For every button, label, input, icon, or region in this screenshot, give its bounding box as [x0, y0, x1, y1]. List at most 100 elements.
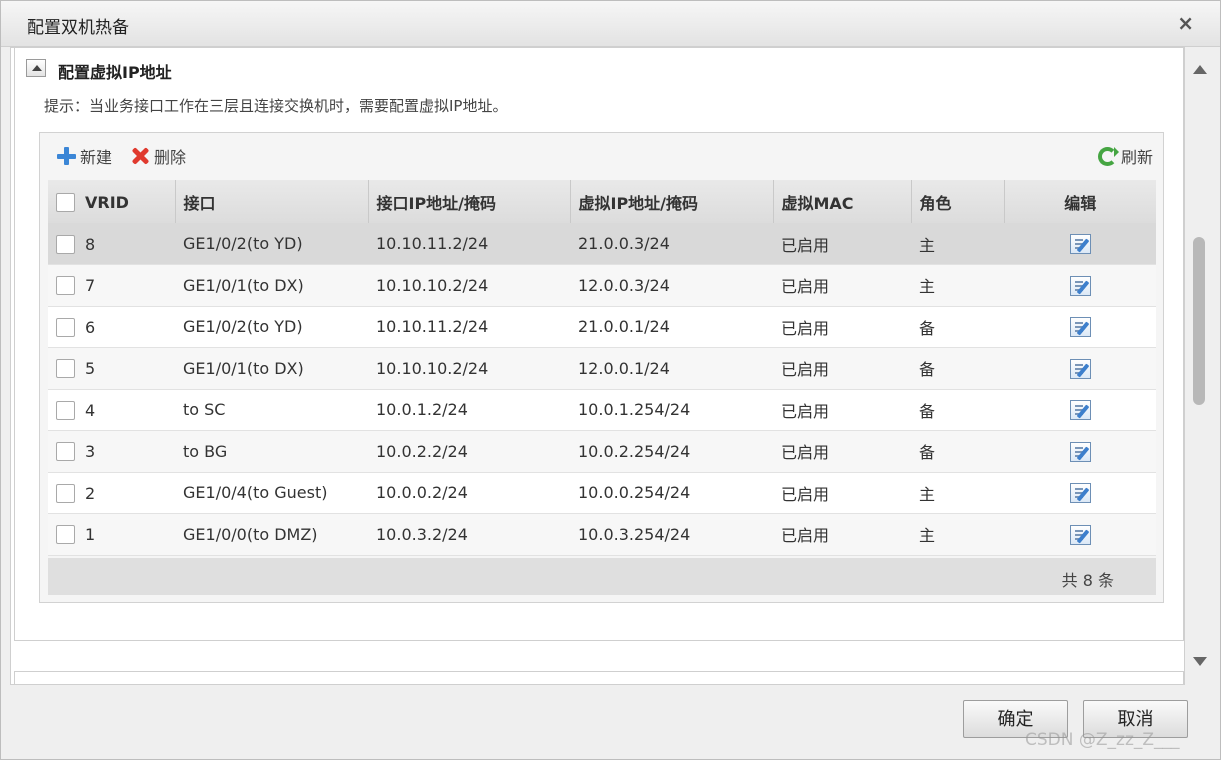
edit-icon[interactable] — [1069, 483, 1091, 503]
delete-button[interactable]: 删除 — [130, 144, 186, 168]
new-label: 新建 — [80, 148, 113, 167]
cell-virtual-ip: 12.0.0.3/24 — [570, 264, 773, 307]
header-vrid-label: VRID — [85, 192, 129, 212]
table-row[interactable]: 4 to SC 10.0.1.2/24 10.0.1.254/24 已启用备 — [48, 389, 1156, 431]
edit-icon[interactable] — [1069, 233, 1091, 254]
cell-vrid: 4 — [48, 389, 175, 431]
edit-icon[interactable] — [1069, 317, 1091, 337]
table-row[interactable]: 7 GE1/0/1(to DX) 10.10.10.2/24 12.0.0.3/24 已… — [48, 264, 1156, 307]
header-edit: 编辑 — [1004, 180, 1156, 223]
cell-virtual-ip: 21.0.0.1/24 — [570, 306, 773, 348]
cell-interface: to BG — [175, 430, 368, 473]
cell-edit — [1004, 513, 1156, 556]
header-vrid: VRID — [48, 180, 176, 223]
table-row[interactable]: 8 GE1/0/2(to YD) 10.10.11.2/24 21.0.0.3/24 已… — [48, 223, 1156, 265]
dialog-title: 配置双机热备 — [27, 18, 129, 38]
close-button[interactable]: × — [1177, 11, 1194, 35]
cell-interface-ip: 10.0.3.2/24 — [368, 513, 570, 556]
row-checkbox[interactable] — [56, 276, 75, 296]
row-checkbox[interactable] — [56, 234, 75, 254]
refresh-label: 刷新 — [1120, 148, 1153, 167]
table-row[interactable]: 1 GE1/0/0(to DMZ) 10.0.3.2/24 10.0.3.254/24… — [48, 513, 1156, 556]
table-row[interactable]: 6 GE1/0/2(to YD) 10.10.11.2/24 21.0.0.1/24 已… — [48, 306, 1156, 348]
row-checkbox[interactable] — [56, 400, 75, 420]
cell-virtual-ip: 12.0.0.1/24 — [570, 347, 773, 390]
edit-icon[interactable] — [1069, 275, 1091, 296]
edit-icon[interactable] — [1069, 441, 1091, 462]
cell-virtual-mac: 已启用 — [773, 347, 911, 390]
cell-vrid: 7 — [48, 264, 175, 307]
edit-icon[interactable] — [1069, 524, 1091, 545]
cell-role: 主 — [911, 223, 1004, 265]
cell-edit — [1004, 347, 1156, 390]
select-all-checkbox[interactable] — [56, 192, 75, 212]
cell-edit — [1004, 472, 1156, 514]
scroll-thumb[interactable] — [1193, 237, 1205, 405]
cell-interface: GE1/0/4(to Guest) — [175, 472, 368, 514]
cell-virtual-mac: 已启用 — [773, 472, 911, 514]
hint-text: 提示：当业务接口工作在三层且连接交换机时，需要配置虚拟IP地址。 — [44, 97, 508, 115]
cell-edit — [1004, 264, 1156, 307]
row-checkbox[interactable] — [56, 359, 75, 379]
total-count: 共 8 条 — [1061, 571, 1114, 590]
header-role[interactable]: 角色 — [911, 180, 1005, 223]
delete-label: 删除 — [154, 148, 187, 167]
cell-virtual-ip: 10.0.0.254/24 — [570, 472, 773, 514]
vrid-value: 6 — [85, 317, 96, 337]
edit-icon[interactable] — [1069, 358, 1091, 379]
row-checkbox[interactable] — [56, 442, 75, 462]
grid-footer: 共 8 条 — [48, 558, 1156, 595]
cell-vrid: 3 — [48, 430, 175, 473]
refresh-button[interactable]: 刷新 — [1097, 144, 1153, 168]
scroll-up-icon[interactable] — [1193, 65, 1207, 74]
delete-icon — [130, 146, 150, 166]
table-row[interactable]: 2 GE1/0/4(to Guest) 10.0.0.2/24 10.0.0.254/… — [48, 472, 1156, 514]
cell-interface-ip: 10.0.2.2/24 — [368, 430, 570, 473]
header-interface-ip[interactable]: 接口IP地址/掩码 — [368, 180, 571, 223]
dialog-window: 配置双机热备 × 配置虚拟IP地址 提示：当业务接口工作在三层且连接交换机时，需… — [0, 0, 1221, 760]
cell-virtual-mac: 已启用 — [773, 389, 911, 431]
vrid-value: 4 — [85, 400, 96, 420]
scroll-down-icon[interactable] — [1193, 657, 1207, 666]
collapse-toggle-icon[interactable] — [26, 59, 46, 77]
table-header-row: VRID 接口 接口IP地址/掩码 虚拟IP地址/掩码 虚拟MAC 角色 编辑 — [48, 180, 1156, 223]
cell-virtual-mac: 已启用 — [773, 264, 911, 307]
next-section-edge — [14, 671, 1184, 684]
vrid-value: 8 — [85, 234, 96, 254]
row-checkbox[interactable] — [56, 483, 75, 503]
cell-vrid: 5 — [48, 347, 175, 390]
header-virtual-mac[interactable]: 虚拟MAC — [773, 180, 912, 223]
vertical-scrollbar[interactable] — [1188, 47, 1212, 677]
cell-interface: GE1/0/0(to DMZ) — [175, 513, 368, 556]
vrrp-grid-panel: 新建 删除 刷新 VRID 接口 接口IP地址/掩码 虚拟IP地址/掩码 虚拟M… — [39, 132, 1164, 603]
cell-edit — [1004, 389, 1156, 431]
cell-edit — [1004, 430, 1156, 473]
cell-role: 备 — [911, 430, 1004, 473]
table-row[interactable]: 3 to BG 10.0.2.2/24 10.0.2.254/24 已启用备 — [48, 430, 1156, 473]
row-checkbox[interactable] — [56, 317, 75, 337]
cell-role: 备 — [911, 347, 1004, 390]
edit-icon[interactable] — [1069, 400, 1091, 420]
refresh-icon — [1097, 146, 1119, 166]
cell-role: 备 — [911, 389, 1004, 431]
cell-interface-ip: 10.0.1.2/24 — [368, 389, 570, 431]
table-row[interactable]: 5 GE1/0/1(to DX) 10.10.10.2/24 12.0.0.1/24 已… — [48, 347, 1156, 390]
vrid-value: 3 — [85, 442, 96, 462]
cell-vrid: 8 — [48, 223, 175, 265]
row-checkbox[interactable] — [56, 525, 75, 545]
vrid-value: 1 — [85, 525, 96, 545]
cell-virtual-ip: 10.0.2.254/24 — [570, 430, 773, 473]
header-virtual-ip[interactable]: 虚拟IP地址/掩码 — [570, 180, 774, 223]
cell-virtual-ip: 21.0.0.3/24 — [570, 223, 773, 265]
cell-vrid: 2 — [48, 472, 175, 514]
cell-edit — [1004, 223, 1156, 265]
cell-interface: GE1/0/2(to YD) — [175, 223, 368, 265]
watermark: CSDN @Z_zz_Z___ — [1025, 730, 1180, 750]
cell-virtual-mac: 已启用 — [773, 223, 911, 265]
vrrp-table: VRID 接口 接口IP地址/掩码 虚拟IP地址/掩码 虚拟MAC 角色 编辑 … — [48, 180, 1156, 556]
cell-interface: to SC — [175, 389, 368, 431]
new-button[interactable]: 新建 — [56, 144, 112, 168]
cell-interface-ip: 10.10.10.2/24 — [368, 347, 570, 390]
header-interface[interactable]: 接口 — [175, 180, 369, 223]
cell-interface: GE1/0/1(to DX) — [175, 347, 368, 390]
